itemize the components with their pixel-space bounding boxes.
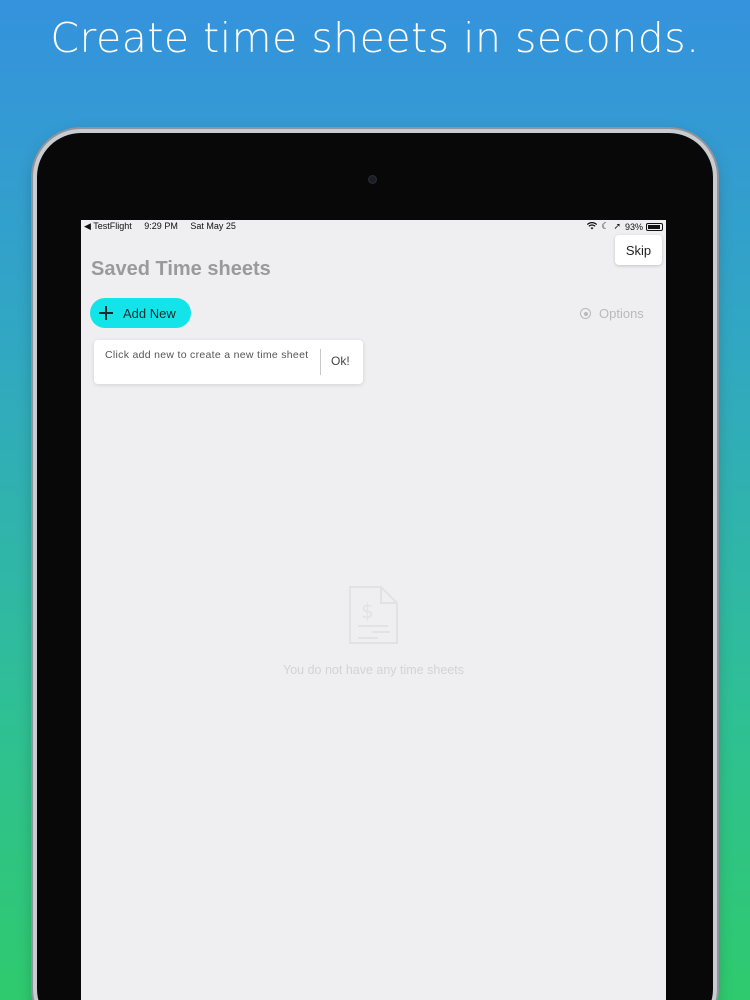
page-title: Saved Time sheets — [91, 258, 271, 280]
status-time: 9:29 PM — [144, 221, 178, 231]
svg-text:$: $ — [361, 599, 374, 623]
onboarding-tooltip: Click add new to create a new time sheet… — [94, 340, 363, 384]
add-new-label: Add New — [123, 305, 176, 321]
status-bar: ◀ TestFlight 9:29 PM Sat May 25 ☾ ➚ 93% — [81, 220, 666, 232]
tooltip-divider — [320, 349, 321, 375]
front-camera — [368, 175, 377, 184]
gear-icon — [580, 308, 591, 319]
status-date: Sat May 25 — [190, 221, 236, 231]
battery-icon — [646, 222, 663, 231]
battery-percent: 93% — [624, 221, 643, 232]
skip-button[interactable]: Skip — [615, 235, 662, 265]
plus-icon — [99, 306, 113, 320]
app-screen: ◀ TestFlight 9:29 PM Sat May 25 ☾ ➚ 93% … — [81, 220, 666, 1000]
tooltip-message: Click add new to create a new time sheet — [105, 349, 309, 361]
empty-timesheet-icon: $ — [348, 586, 398, 644]
empty-state-message: You do not have any time sheets — [283, 663, 464, 677]
tooltip-ok-button[interactable]: Ok! — [331, 354, 350, 368]
location-arrow-icon: ➚ — [613, 221, 621, 231]
options-label: Options — [599, 306, 644, 321]
wifi-icon — [587, 221, 598, 232]
options-button[interactable]: Options — [580, 306, 644, 321]
back-to-testflight[interactable]: ◀ TestFlight — [84, 221, 132, 231]
add-new-button[interactable]: Add New — [90, 298, 191, 328]
headline: Create time sheets in seconds. — [50, 14, 700, 62]
moon-icon: ☾ — [601, 221, 610, 231]
